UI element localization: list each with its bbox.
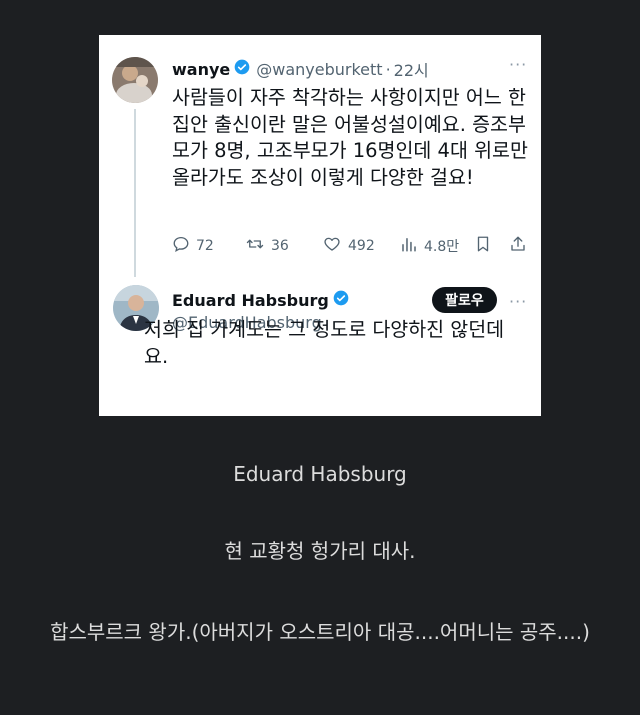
verified-badge-icon [234, 59, 250, 79]
bookmark-button[interactable] [474, 235, 498, 257]
caption-title: 현 교황청 헝가리 대사. [224, 539, 416, 563]
tweet2-header: Eduard Habsburg [172, 290, 349, 310]
tweet1-action-bar: 72 36 492 4.8만 [172, 235, 532, 259]
tweet1-text: 사람들이 자주 착각하는 사항이지만 어느 한 집안 출신이란 말은 어불성설이… [172, 86, 528, 189]
like-count: 492 [348, 238, 375, 254]
verified-badge-icon [333, 290, 349, 310]
follow-button[interactable]: 팔로우 [432, 287, 497, 313]
views-icon [400, 235, 424, 257]
reply-icon [172, 235, 196, 257]
like-icon [322, 235, 348, 257]
repost-icon [245, 235, 271, 257]
views-count: 4.8만 [424, 239, 460, 255]
repost-button[interactable]: 36 [245, 235, 289, 257]
tweet1-handle[interactable]: @wanyeburkett [256, 60, 382, 79]
more-options-icon[interactable]: ··· [509, 55, 527, 74]
tweet1-time[interactable]: 22시 [394, 57, 429, 81]
views-button[interactable]: 4.8만 [400, 235, 459, 257]
share-button[interactable] [509, 235, 533, 257]
avatar-wanye[interactable] [112, 57, 158, 103]
bookmark-icon [474, 235, 498, 257]
reply-count: 72 [196, 238, 214, 254]
tweet2-text: 저희 집 가계도는 그 정도로 다양하진 않던데요. [144, 318, 505, 368]
caption-name: Eduard Habsburg [233, 462, 407, 486]
tweet1-header: wanye @wanyeburkett · 22시 [172, 57, 429, 81]
more-options-icon[interactable]: ··· [509, 292, 527, 311]
repost-count: 36 [271, 238, 289, 254]
tweet2-display-name[interactable]: Eduard Habsburg [172, 291, 329, 310]
tweet1-separator: · [385, 59, 391, 79]
share-icon [509, 235, 533, 257]
like-button[interactable]: 492 [322, 235, 375, 257]
caption-family: 합스부르크 왕가.(아버지가 오스트리아 대공....어머니는 공주....) [50, 620, 590, 644]
thread-line [134, 109, 136, 277]
reply-button[interactable]: 72 [172, 235, 214, 257]
tweet-screenshot-card: wanye @wanyeburkett · 22시 ··· 사람들이 자주 착각… [99, 35, 541, 416]
tweet1-display-name[interactable]: wanye [172, 60, 230, 79]
